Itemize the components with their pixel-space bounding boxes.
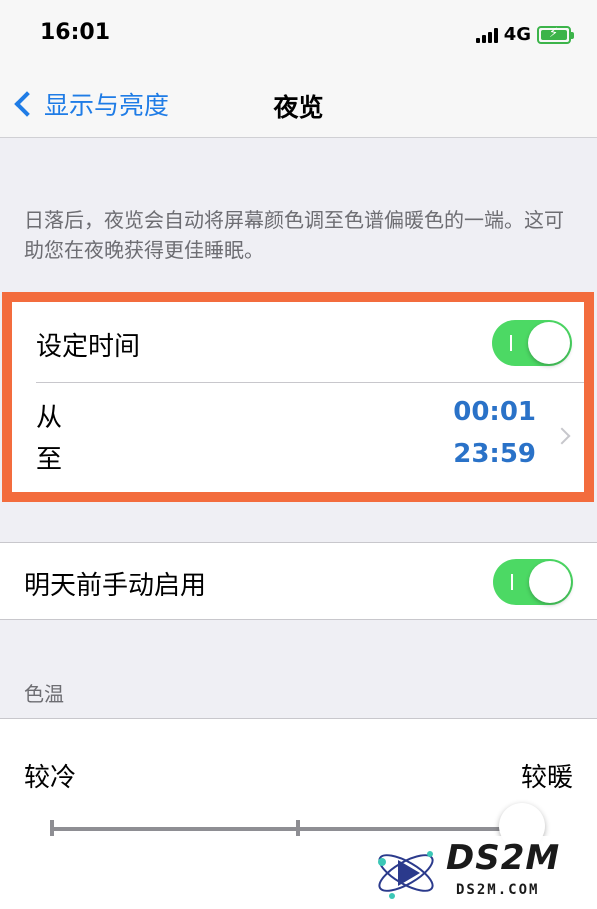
network-type: 4G <box>503 24 531 45</box>
status-time: 16:01 <box>40 20 111 45</box>
scheduled-label: 设定时间 <box>36 332 141 362</box>
from-label: 从 <box>36 403 63 433</box>
night-shift-description: 日落后，夜览会自动将屏幕颜色调至色谱偏暖色的一端。这可助您在夜晚获得更佳睡眠。 <box>24 208 564 262</box>
scheduled-toggle[interactable] <box>492 320 572 366</box>
navigation-bar: 显示与亮度 夜览 <box>0 70 597 138</box>
toggle-knob <box>528 322 570 364</box>
more-warm-label: 较暖 <box>520 763 573 793</box>
scheduled-row: 设定时间 <box>12 302 584 382</box>
atom-logo-icon <box>378 851 434 899</box>
signal-bars-icon <box>475 27 498 43</box>
manual-enable-toggle[interactable] <box>493 559 573 605</box>
page-title: 夜览 <box>273 93 324 122</box>
to-time: 23:59 <box>453 439 536 469</box>
chevron-right-icon <box>553 427 571 445</box>
manual-enable-label: 明天前手动启用 <box>24 571 207 601</box>
color-temperature-slider-track[interactable] <box>52 827 522 831</box>
slider-tick-mid <box>296 820 300 836</box>
from-time: 00:01 <box>453 397 536 427</box>
watermark-subtitle: DS2M.COM <box>456 882 540 898</box>
battery-charging-icon: ⚡ <box>537 25 574 44</box>
scheduled-section-highlight: 设定时间 从 至 00:01 23:59 <box>2 292 594 502</box>
status-indicators: 4G ⚡ <box>475 24 574 45</box>
schedule-time-row[interactable]: 从 至 00:01 23:59 <box>12 383 584 490</box>
manual-enable-row: 明天前手动启用 <box>0 542 597 620</box>
slider-tick-min <box>50 820 54 836</box>
less-warm-label: 较冷 <box>24 763 77 793</box>
status-bar: 16:01 4G ⚡ <box>0 0 597 70</box>
toggle-knob <box>529 561 571 603</box>
watermark: DS2M DS2M.COM <box>360 836 597 909</box>
to-label: 至 <box>36 445 63 475</box>
color-temperature-header: 色温 <box>24 682 64 706</box>
watermark-title: DS2M <box>446 838 561 878</box>
